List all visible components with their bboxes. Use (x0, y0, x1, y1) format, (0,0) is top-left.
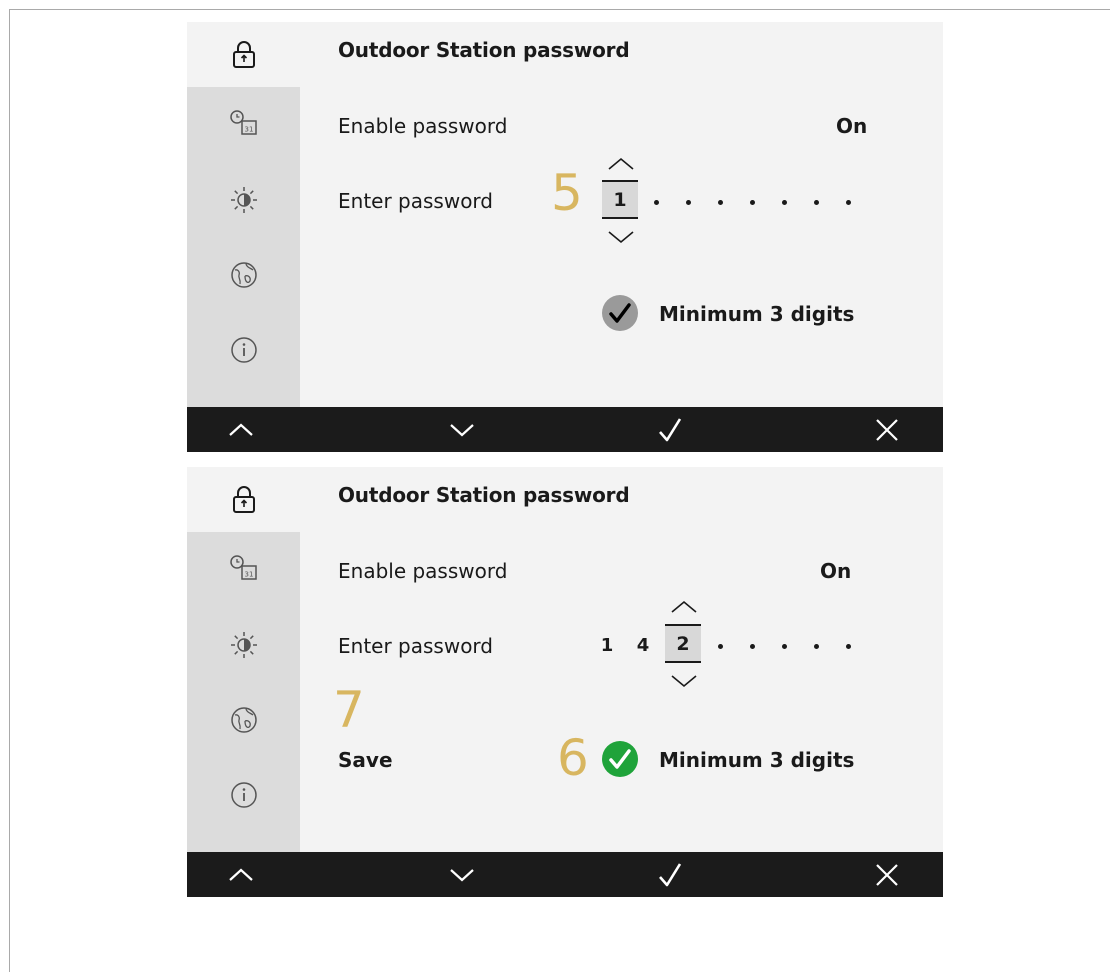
chevron-up-icon (229, 423, 253, 436)
password-slot (750, 644, 755, 649)
chevron-down-icon (450, 868, 474, 881)
save-button[interactable]: Save (338, 748, 393, 772)
digit-up-icon[interactable] (670, 600, 698, 614)
sidebar-item-info[interactable] (187, 758, 300, 832)
enter-password-label: Enter password (338, 189, 493, 213)
password-slot (654, 200, 659, 205)
page-title: Outdoor Station password (338, 483, 630, 507)
sidebar-item-info[interactable] (187, 313, 300, 387)
page-title: Outdoor Station password (338, 38, 630, 62)
password-digit: 1 (600, 635, 614, 656)
up-button[interactable] (201, 852, 281, 897)
brightness-icon (230, 632, 257, 658)
check-status-icon (602, 295, 638, 331)
info-icon (230, 337, 257, 363)
globe-icon (230, 262, 257, 288)
callout-number: 5 (551, 164, 583, 222)
up-button[interactable] (201, 407, 281, 452)
down-button[interactable] (422, 407, 502, 452)
digit-down-icon[interactable] (670, 674, 698, 688)
settings-content: Outdoor Station password Enable password… (300, 22, 943, 407)
down-button[interactable] (422, 852, 502, 897)
svg-text:31: 31 (244, 126, 253, 134)
checkmark-icon (659, 862, 682, 886)
sidebar-item-display[interactable] (187, 608, 300, 682)
sidebar-item-security[interactable] (187, 22, 300, 87)
chevron-down-icon (450, 423, 474, 436)
sidebar: 31 (187, 467, 300, 852)
password-slot (750, 200, 755, 205)
confirm-button[interactable] (630, 852, 710, 897)
enable-password-label: Enable password (338, 559, 508, 583)
lock-icon (232, 40, 255, 68)
chevron-up-icon (229, 868, 253, 881)
digit-up-icon[interactable] (607, 157, 635, 171)
enable-password-value[interactable]: On (836, 114, 867, 138)
password-slot (686, 200, 691, 205)
password-slot (846, 200, 851, 205)
password-digit-active[interactable]: 2 (665, 624, 701, 663)
device-screen-2: 31 Outdoor Station password Enable passw… (187, 467, 943, 897)
checkmark-icon (659, 417, 682, 441)
sidebar-item-security[interactable] (187, 467, 300, 532)
close-icon (876, 418, 898, 441)
info-icon (230, 782, 257, 808)
sidebar-item-language[interactable] (187, 238, 300, 312)
cancel-button[interactable] (847, 407, 927, 452)
sidebar-item-date-time[interactable]: 31 (187, 531, 300, 605)
enable-password-value[interactable]: On (820, 559, 851, 583)
password-slot (814, 644, 819, 649)
callout-number: 6 (557, 729, 589, 787)
svg-text:31: 31 (244, 571, 253, 579)
globe-icon (230, 707, 257, 733)
clock-calendar-icon: 31 (229, 110, 257, 135)
password-digit: 4 (636, 635, 650, 656)
min-digits-hint: Minimum 3 digits (659, 748, 855, 772)
password-slot (782, 200, 787, 205)
enable-password-label: Enable password (338, 114, 508, 138)
lock-icon (232, 485, 255, 513)
password-slot (718, 200, 723, 205)
settings-content: Outdoor Station password Enable password… (300, 467, 943, 852)
close-icon (876, 863, 898, 886)
cancel-button[interactable] (847, 852, 927, 897)
bottom-toolbar (187, 852, 943, 897)
confirm-button[interactable] (630, 407, 710, 452)
sidebar-item-language[interactable] (187, 683, 300, 757)
password-slot (814, 200, 819, 205)
device-screen-1: 31 Outdoor Station password Enable passw… (187, 22, 943, 452)
password-digit-active[interactable]: 1 (602, 180, 638, 219)
min-digits-hint: Minimum 3 digits (659, 302, 855, 326)
bottom-toolbar (187, 407, 943, 452)
sidebar-item-date-time[interactable]: 31 (187, 86, 300, 160)
clock-calendar-icon: 31 (229, 555, 257, 580)
callout-number: 7 (333, 681, 365, 739)
password-slot (782, 644, 787, 649)
brightness-icon (230, 187, 257, 213)
sidebar: 31 (187, 22, 300, 407)
password-slot (718, 644, 723, 649)
digit-down-icon[interactable] (607, 230, 635, 244)
sidebar-item-display[interactable] (187, 163, 300, 237)
check-status-icon (602, 741, 638, 777)
enter-password-label: Enter password (338, 634, 493, 658)
password-slot (846, 644, 851, 649)
